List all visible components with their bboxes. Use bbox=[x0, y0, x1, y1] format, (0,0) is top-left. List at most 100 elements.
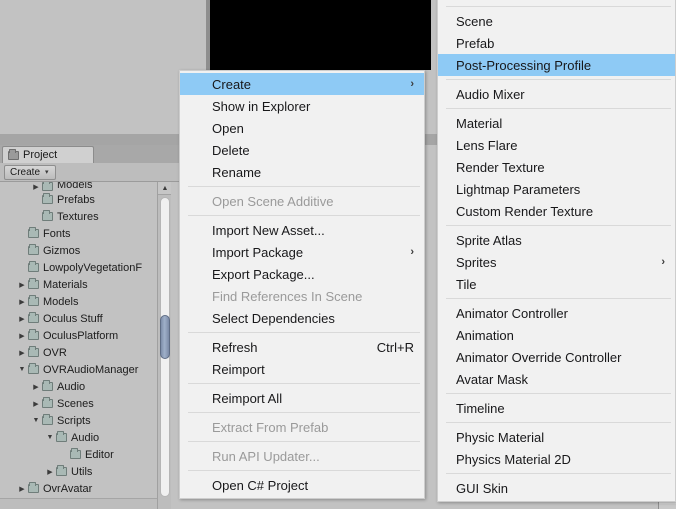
context-menu-item[interactable]: Open C# Project bbox=[180, 474, 424, 496]
chevron-right-icon[interactable]: ▶ bbox=[30, 383, 42, 391]
create-submenu-item[interactable]: Audio Mixer bbox=[438, 83, 675, 105]
tree-item[interactable]: ▼ Audio bbox=[0, 429, 157, 446]
chevron-right-icon[interactable]: ▶ bbox=[16, 281, 28, 289]
context-menu-item-label: Refresh bbox=[212, 339, 258, 355]
create-submenu-item[interactable]: Material bbox=[438, 112, 675, 134]
tree-item[interactable]: ▼ OVRAudioManager bbox=[0, 361, 157, 378]
context-menu-item-label: Reimport All bbox=[212, 390, 283, 406]
tree-item[interactable]: ▶ OvrAvatar bbox=[0, 480, 157, 497]
project-context-menu[interactable]: Create › Show in Explorer Open Delete Rename O… bbox=[179, 70, 425, 499]
tree-item[interactable]: ▶ Oculus Stuff bbox=[0, 310, 157, 327]
create-submenu-item[interactable]: Assembly Definition bbox=[438, 0, 675, 3]
create-submenu-item[interactable]: Avatar Mask bbox=[438, 368, 675, 390]
create-submenu-item[interactable]: Sprites › bbox=[438, 251, 675, 273]
tree-item[interactable]: ▶ OVR bbox=[0, 344, 157, 361]
chevron-right-icon[interactable]: ▶ bbox=[16, 298, 28, 306]
create-submenu-item[interactable]: Timeline bbox=[438, 397, 675, 419]
tree-item-label: Scripts bbox=[57, 414, 91, 427]
context-menu-separator bbox=[188, 412, 420, 413]
create-submenu-item-label: Custom Render Texture bbox=[456, 203, 594, 219]
tree-item[interactable]: ▶ Scenes bbox=[0, 395, 157, 412]
create-submenu-item[interactable]: Post-Processing Profile bbox=[438, 54, 675, 76]
context-menu-item[interactable]: Select Dependencies bbox=[180, 307, 424, 329]
create-submenu-item[interactable]: Tile bbox=[438, 273, 675, 295]
create-submenu-item[interactable]: Animator Controller bbox=[438, 302, 675, 324]
chevron-down-icon[interactable]: ▼ bbox=[16, 366, 28, 373]
chevron-right-icon[interactable]: ▶ bbox=[16, 349, 28, 357]
create-submenu-item[interactable]: Animation bbox=[438, 324, 675, 346]
create-submenu[interactable]: Assembly Definition Scene Prefab Post-Proce… bbox=[437, 0, 676, 502]
chevron-right-icon[interactable]: ▶ bbox=[30, 400, 42, 408]
project-tree-horizontal-scrollbar[interactable] bbox=[0, 498, 157, 509]
create-submenu-item[interactable]: GUI Skin bbox=[438, 477, 675, 499]
context-menu-item[interactable]: Import Package › bbox=[180, 241, 424, 263]
create-submenu-item[interactable]: Physic Material bbox=[438, 426, 675, 448]
tree-item[interactable]: ▶ Models bbox=[0, 182, 157, 191]
tree-item[interactable]: ▶ Materials bbox=[0, 276, 157, 293]
chevron-right-icon[interactable]: ▶ bbox=[16, 315, 28, 323]
create-submenu-separator bbox=[446, 108, 671, 109]
create-submenu-item[interactable]: Physics Material 2D bbox=[438, 448, 675, 470]
tree-item-label: Audio bbox=[71, 431, 100, 444]
tree-item[interactable]: ▶ OculusPlatform bbox=[0, 327, 157, 344]
create-submenu-item[interactable]: Scene bbox=[438, 10, 675, 32]
chevron-right-icon: › bbox=[410, 246, 414, 258]
create-submenu-item[interactable]: Animator Override Controller bbox=[438, 346, 675, 368]
create-submenu-item[interactable]: Render Texture bbox=[438, 156, 675, 178]
context-menu-item-label: Create bbox=[212, 76, 252, 92]
tree-item[interactable]: ▼ Scripts bbox=[0, 412, 157, 429]
chevron-right-icon[interactable]: ▶ bbox=[16, 332, 28, 340]
context-menu-item-label: Extract From Prefab bbox=[212, 419, 329, 435]
context-menu-item[interactable]: Delete bbox=[180, 139, 424, 161]
scrollbar-thumb[interactable] bbox=[160, 315, 170, 359]
create-submenu-item-label: Animator Controller bbox=[456, 305, 568, 321]
create-submenu-item-label: Lightmap Parameters bbox=[456, 181, 581, 197]
context-menu-item: Extract From Prefab bbox=[180, 416, 424, 438]
folder-icon bbox=[28, 482, 39, 493]
folder-icon bbox=[28, 346, 39, 357]
create-submenu-item-label: Prefab bbox=[456, 35, 495, 51]
scroll-up-arrow-icon[interactable]: ▲ bbox=[158, 182, 172, 195]
create-submenu-item[interactable]: Custom Render Texture bbox=[438, 200, 675, 222]
tree-item[interactable]: Textures bbox=[0, 208, 157, 225]
tree-item-label: Editor bbox=[85, 448, 114, 461]
create-submenu-item[interactable]: Lightmap Parameters bbox=[438, 178, 675, 200]
project-asset-tree[interactable]: ▶ Models Prefabs Textures Fonts Gizmos Lowpoly… bbox=[0, 182, 157, 508]
context-menu-item[interactable]: Show in Explorer bbox=[180, 95, 424, 117]
context-menu-item[interactable]: Open bbox=[180, 117, 424, 139]
create-submenu-item[interactable]: Lens Flare bbox=[438, 134, 675, 156]
chevron-right-icon[interactable]: ▶ bbox=[30, 183, 42, 191]
tree-item[interactable]: ▶ Models bbox=[0, 293, 157, 310]
create-submenu-item[interactable]: Sprite Atlas bbox=[438, 229, 675, 251]
chevron-right-icon[interactable]: ▶ bbox=[44, 468, 56, 476]
context-menu-item[interactable]: Refresh Ctrl+R bbox=[180, 336, 424, 358]
tree-item[interactable]: LowpolyVegetationF bbox=[0, 259, 157, 276]
tree-item[interactable]: Gizmos bbox=[0, 242, 157, 259]
tab-project[interactable]: Project bbox=[2, 146, 94, 163]
context-menu-item[interactable]: Reimport All bbox=[180, 387, 424, 409]
chevron-down-icon[interactable]: ▼ bbox=[44, 434, 56, 441]
chevron-down-icon: ▾ bbox=[45, 169, 49, 176]
create-submenu-item-label: Animation bbox=[456, 327, 514, 343]
tree-item[interactable]: Editor bbox=[0, 446, 157, 463]
chevron-down-icon[interactable]: ▼ bbox=[30, 417, 42, 424]
context-menu-item[interactable]: Rename bbox=[180, 161, 424, 183]
tree-item[interactable]: Fonts bbox=[0, 225, 157, 242]
context-menu-item-label: Open bbox=[212, 120, 244, 136]
context-menu-item[interactable]: Reimport bbox=[180, 358, 424, 380]
tree-item[interactable]: Prefabs bbox=[0, 191, 157, 208]
create-submenu-item[interactable]: Prefab bbox=[438, 32, 675, 54]
create-dropdown-button[interactable]: Create ▾ bbox=[4, 164, 56, 180]
project-tree-scrollbar[interactable]: ▲ bbox=[157, 182, 172, 509]
project-panel: Project Create ▾ ▶ Models Prefabs Textures F… bbox=[0, 145, 180, 509]
context-menu-separator bbox=[188, 441, 420, 442]
context-menu-item[interactable]: Import New Asset... bbox=[180, 219, 424, 241]
context-menu-item[interactable]: Export Package... bbox=[180, 263, 424, 285]
project-panel-tabbar: Project bbox=[0, 145, 180, 163]
tree-item[interactable]: ▶ Audio bbox=[0, 378, 157, 395]
tree-item[interactable]: ▶ Utils bbox=[0, 463, 157, 480]
chevron-right-icon[interactable]: ▶ bbox=[16, 485, 28, 493]
create-submenu-item-label: GUI Skin bbox=[456, 480, 509, 496]
context-menu-item[interactable]: Create › bbox=[180, 73, 424, 95]
create-submenu-separator bbox=[446, 6, 671, 7]
